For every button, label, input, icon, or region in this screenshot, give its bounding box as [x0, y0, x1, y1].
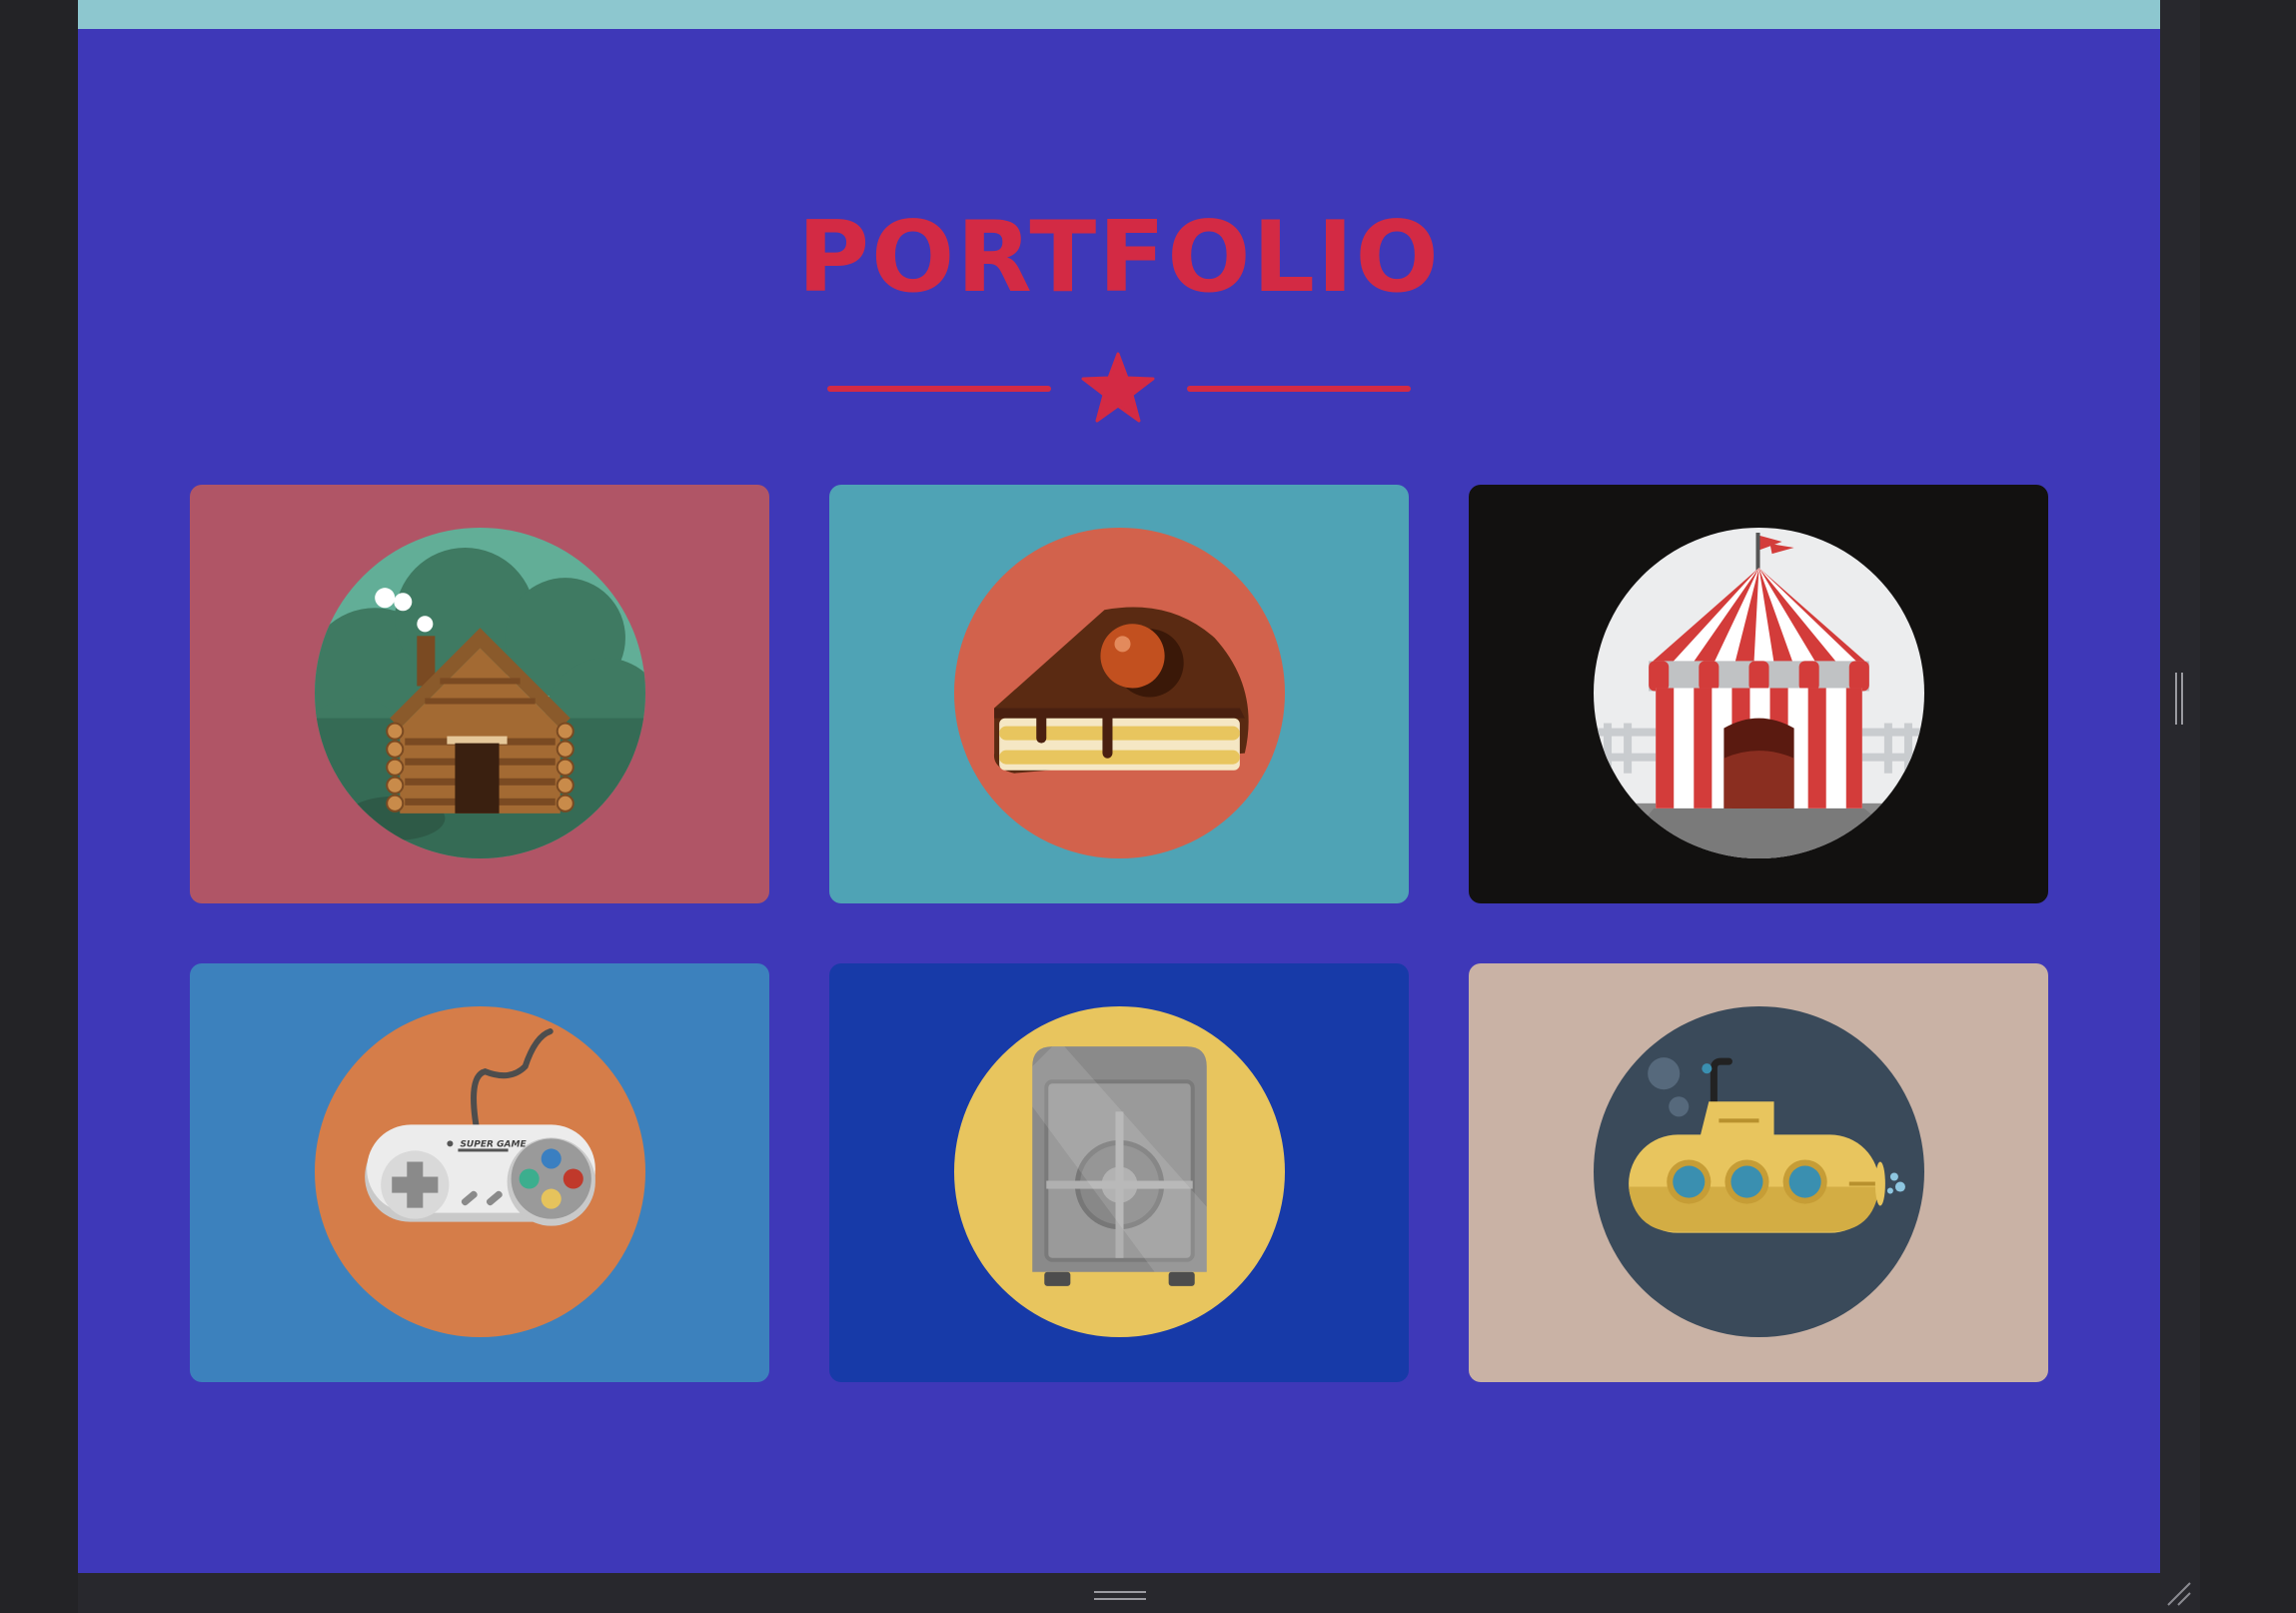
circus-tent-icon — [1594, 528, 1924, 858]
portfolio-item-submarine[interactable] — [1469, 963, 2048, 1382]
page-title: PORTFOLIO — [797, 201, 1441, 315]
portfolio-item-safe[interactable] — [829, 963, 1409, 1382]
divider-line-left — [827, 386, 1051, 392]
portfolio-item-cake[interactable] — [829, 485, 1409, 903]
resize-corner-icon[interactable] — [2164, 1579, 2192, 1607]
portfolio-item-controller[interactable]: SUPER GAME — [190, 963, 769, 1382]
side-panel-right — [2160, 0, 2200, 1573]
portfolio-item-cabin[interactable] — [190, 485, 769, 903]
cake-slice-icon — [954, 528, 1285, 858]
resize-handle-horizontal[interactable] — [1094, 1589, 1146, 1603]
divider-line-right — [1187, 386, 1411, 392]
title-divider — [78, 352, 2160, 424]
resize-handle-vertical[interactable] — [2174, 673, 2184, 725]
controller-label: SUPER GAME — [460, 1139, 527, 1149]
star-icon — [1081, 352, 1155, 423]
portfolio-item-circus[interactable] — [1469, 485, 2048, 903]
submarine-icon — [1594, 1006, 1924, 1337]
page-viewport: PORTFOLIO SUPER GAME — [78, 0, 2160, 1573]
safe-icon — [954, 1006, 1285, 1337]
log-cabin-icon — [315, 528, 645, 858]
game-controller-icon: SUPER GAME — [315, 1006, 645, 1337]
top-bar — [78, 0, 2160, 29]
